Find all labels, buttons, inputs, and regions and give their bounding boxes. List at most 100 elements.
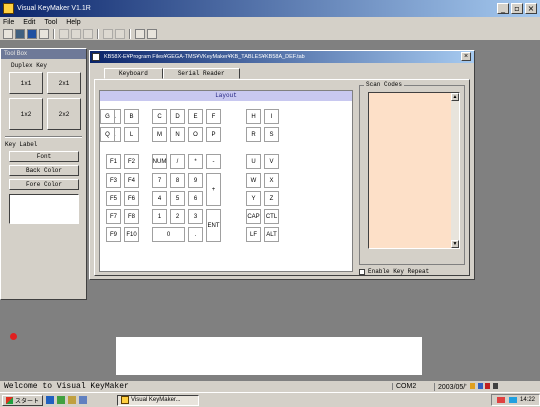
key-p[interactable]: P bbox=[206, 127, 221, 142]
key-x[interactable]: X bbox=[264, 173, 279, 188]
key-star[interactable]: * bbox=[188, 154, 203, 169]
ime-tool-icon[interactable] bbox=[485, 382, 491, 389]
print-icon[interactable] bbox=[39, 29, 49, 39]
quicklaunch-icon[interactable] bbox=[68, 396, 77, 404]
menu-file[interactable]: File bbox=[3, 19, 14, 26]
back-color-button[interactable]: Back Color bbox=[9, 165, 79, 176]
duplex-1x2-button[interactable]: 1x2 bbox=[9, 98, 43, 130]
start-button[interactable]: スタート bbox=[2, 394, 44, 406]
key-d[interactable]: D bbox=[170, 109, 185, 124]
key-y[interactable]: Y bbox=[246, 191, 261, 206]
key-c[interactable]: C bbox=[152, 109, 167, 124]
tab-serial-reader[interactable]: Serial Reader bbox=[162, 68, 240, 79]
key-minus[interactable]: - bbox=[206, 154, 221, 169]
key-8[interactable]: 8 bbox=[170, 173, 185, 188]
key-f3[interactable]: F3 bbox=[106, 173, 121, 188]
menu-help[interactable]: Help bbox=[66, 19, 80, 26]
key-2[interactable]: 2 bbox=[170, 209, 185, 224]
close-button[interactable]: × bbox=[525, 3, 537, 14]
key-slash[interactable]: / bbox=[170, 154, 185, 169]
key-plus[interactable]: + bbox=[206, 173, 221, 206]
minimize-button[interactable]: _ bbox=[497, 3, 509, 14]
key-f9[interactable]: F9 bbox=[106, 227, 121, 242]
paste-icon[interactable] bbox=[83, 29, 93, 39]
enable-key-repeat-checkbox[interactable] bbox=[359, 268, 365, 275]
key-f6[interactable]: F6 bbox=[124, 191, 139, 206]
duplex-2x1-button[interactable]: 2x1 bbox=[47, 72, 81, 94]
duplex-2x2-button[interactable]: 2x2 bbox=[47, 98, 81, 130]
key-ent[interactable]: ENT bbox=[206, 209, 221, 242]
key-f7[interactable]: F7 bbox=[106, 209, 121, 224]
font-button[interactable]: Font bbox=[9, 151, 79, 162]
key-l[interactable]: L bbox=[124, 127, 139, 142]
status-indicator-icon bbox=[10, 333, 17, 340]
save-icon[interactable] bbox=[27, 29, 37, 39]
key-1[interactable]: 1 bbox=[152, 209, 167, 224]
key-e[interactable]: E bbox=[188, 109, 203, 124]
key-f4[interactable]: F4 bbox=[124, 173, 139, 188]
restore-button[interactable]: ▫ bbox=[511, 3, 523, 14]
ime-help-icon[interactable] bbox=[493, 382, 499, 389]
desktop-icon[interactable] bbox=[57, 396, 66, 404]
quicklaunch-icon[interactable] bbox=[79, 396, 88, 404]
key-3[interactable]: 3 bbox=[188, 209, 203, 224]
menu-tool[interactable]: Tool bbox=[44, 19, 57, 26]
key-q[interactable]: Q bbox=[100, 127, 115, 142]
duplex-1x1-button[interactable]: 1x1 bbox=[9, 72, 43, 94]
menu-edit[interactable]: Edit bbox=[23, 19, 35, 26]
grid-icon[interactable] bbox=[135, 29, 145, 39]
key-6[interactable]: 6 bbox=[188, 191, 203, 206]
ime-icon[interactable] bbox=[469, 382, 475, 389]
editor-close-button[interactable]: × bbox=[461, 52, 471, 61]
key-n[interactable]: N bbox=[170, 127, 185, 142]
scroll-up-icon[interactable]: ▲ bbox=[451, 93, 459, 101]
cut-icon[interactable] bbox=[59, 29, 69, 39]
key-lf[interactable]: LF bbox=[246, 227, 261, 242]
new-file-icon[interactable] bbox=[3, 29, 13, 39]
copy-icon[interactable] bbox=[71, 29, 81, 39]
scrollbar[interactable] bbox=[451, 93, 459, 248]
scroll-down-icon[interactable]: ▼ bbox=[451, 240, 459, 248]
key-m[interactable]: M bbox=[152, 127, 167, 142]
taskbar-app-button[interactable]: Visual KeyMaker... bbox=[117, 394, 200, 406]
key-h[interactable]: H bbox=[246, 109, 261, 124]
network-icon[interactable] bbox=[508, 397, 517, 403]
key-f8[interactable]: F8 bbox=[124, 209, 139, 224]
key-b[interactable]: B bbox=[124, 109, 139, 124]
key-u[interactable]: U bbox=[246, 154, 261, 169]
open-folder-icon[interactable] bbox=[15, 29, 25, 39]
antivirus-icon[interactable] bbox=[496, 397, 505, 403]
tab-keyboard[interactable]: Keyboard bbox=[104, 68, 163, 79]
key-f10[interactable]: F10 bbox=[124, 227, 139, 242]
key-9[interactable]: 9 bbox=[188, 173, 203, 188]
key-f[interactable]: F bbox=[206, 109, 221, 124]
key-7[interactable]: 7 bbox=[152, 173, 167, 188]
undo-icon[interactable] bbox=[103, 29, 113, 39]
key-g[interactable]: G bbox=[100, 109, 115, 124]
layout-icon[interactable] bbox=[147, 29, 157, 39]
key-0[interactable]: 0 bbox=[152, 227, 185, 242]
key-i[interactable]: I bbox=[264, 109, 279, 124]
key-dot[interactable]: . bbox=[188, 227, 203, 242]
scan-codes-list[interactable]: ▲ ▼ bbox=[368, 92, 460, 249]
fore-color-button[interactable]: Fore Color bbox=[9, 179, 79, 190]
key-f2[interactable]: F2 bbox=[124, 154, 139, 169]
key-o[interactable]: O bbox=[188, 127, 203, 142]
ime-mode-icon[interactable] bbox=[477, 382, 483, 389]
key-ctl[interactable]: CTL bbox=[264, 209, 279, 224]
key-5[interactable]: 5 bbox=[170, 191, 185, 206]
redo-icon[interactable] bbox=[115, 29, 125, 39]
key-r[interactable]: R bbox=[246, 127, 261, 142]
key-f5[interactable]: F5 bbox=[106, 191, 121, 206]
ie-icon[interactable] bbox=[46, 396, 55, 404]
key-f1[interactable]: F1 bbox=[106, 154, 121, 169]
key-z[interactable]: Z bbox=[264, 191, 279, 206]
key-w[interactable]: W bbox=[246, 173, 261, 188]
key-alt[interactable]: ALT bbox=[264, 227, 279, 242]
enable-key-repeat-row[interactable]: Enable Key Repeat bbox=[359, 268, 429, 275]
key-s[interactable]: S bbox=[264, 127, 279, 142]
key-v[interactable]: V bbox=[264, 154, 279, 169]
key-cap[interactable]: CAP bbox=[246, 209, 261, 224]
key-num[interactable]: NUM bbox=[152, 154, 167, 169]
key-4[interactable]: 4 bbox=[152, 191, 167, 206]
